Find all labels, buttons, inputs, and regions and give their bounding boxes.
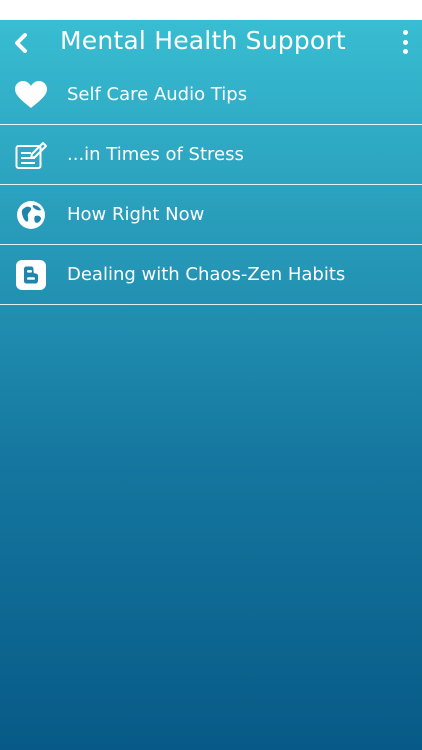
menu-item-label: Self Care Audio Tips (67, 84, 248, 105)
blogger-icon (14, 258, 48, 292)
menu-item-dealing-with-chaos-zen-habits[interactable]: Dealing with Chaos-Zen Habits (0, 245, 422, 305)
menu-item-in-times-of-stress[interactable]: ...in Times of Stress (0, 125, 422, 185)
page-title: Mental Health Support (60, 26, 346, 55)
menu-item-label: ...in Times of Stress (67, 144, 244, 165)
menu-item-how-right-now[interactable]: How Right Now (0, 185, 422, 245)
heart-icon (14, 78, 48, 112)
notepad-pen-icon (14, 138, 48, 172)
header-bar: Mental Health Support (0, 20, 422, 65)
globe-icon (14, 198, 48, 232)
app-screen: Mental Health Support Self Care Audio Ti… (0, 20, 422, 750)
menu-list: Self Care Audio Tips ...in Times of Stre… (0, 65, 422, 305)
more-vertical-icon (402, 30, 408, 35)
back-button[interactable] (10, 30, 32, 56)
menu-item-self-care-audio-tips[interactable]: Self Care Audio Tips (0, 65, 422, 125)
chevron-left-icon (15, 33, 27, 53)
menu-item-label: Dealing with Chaos-Zen Habits (67, 264, 346, 285)
menu-item-label: How Right Now (67, 204, 205, 225)
status-bar (0, 0, 422, 20)
more-options-button[interactable] (400, 30, 410, 54)
